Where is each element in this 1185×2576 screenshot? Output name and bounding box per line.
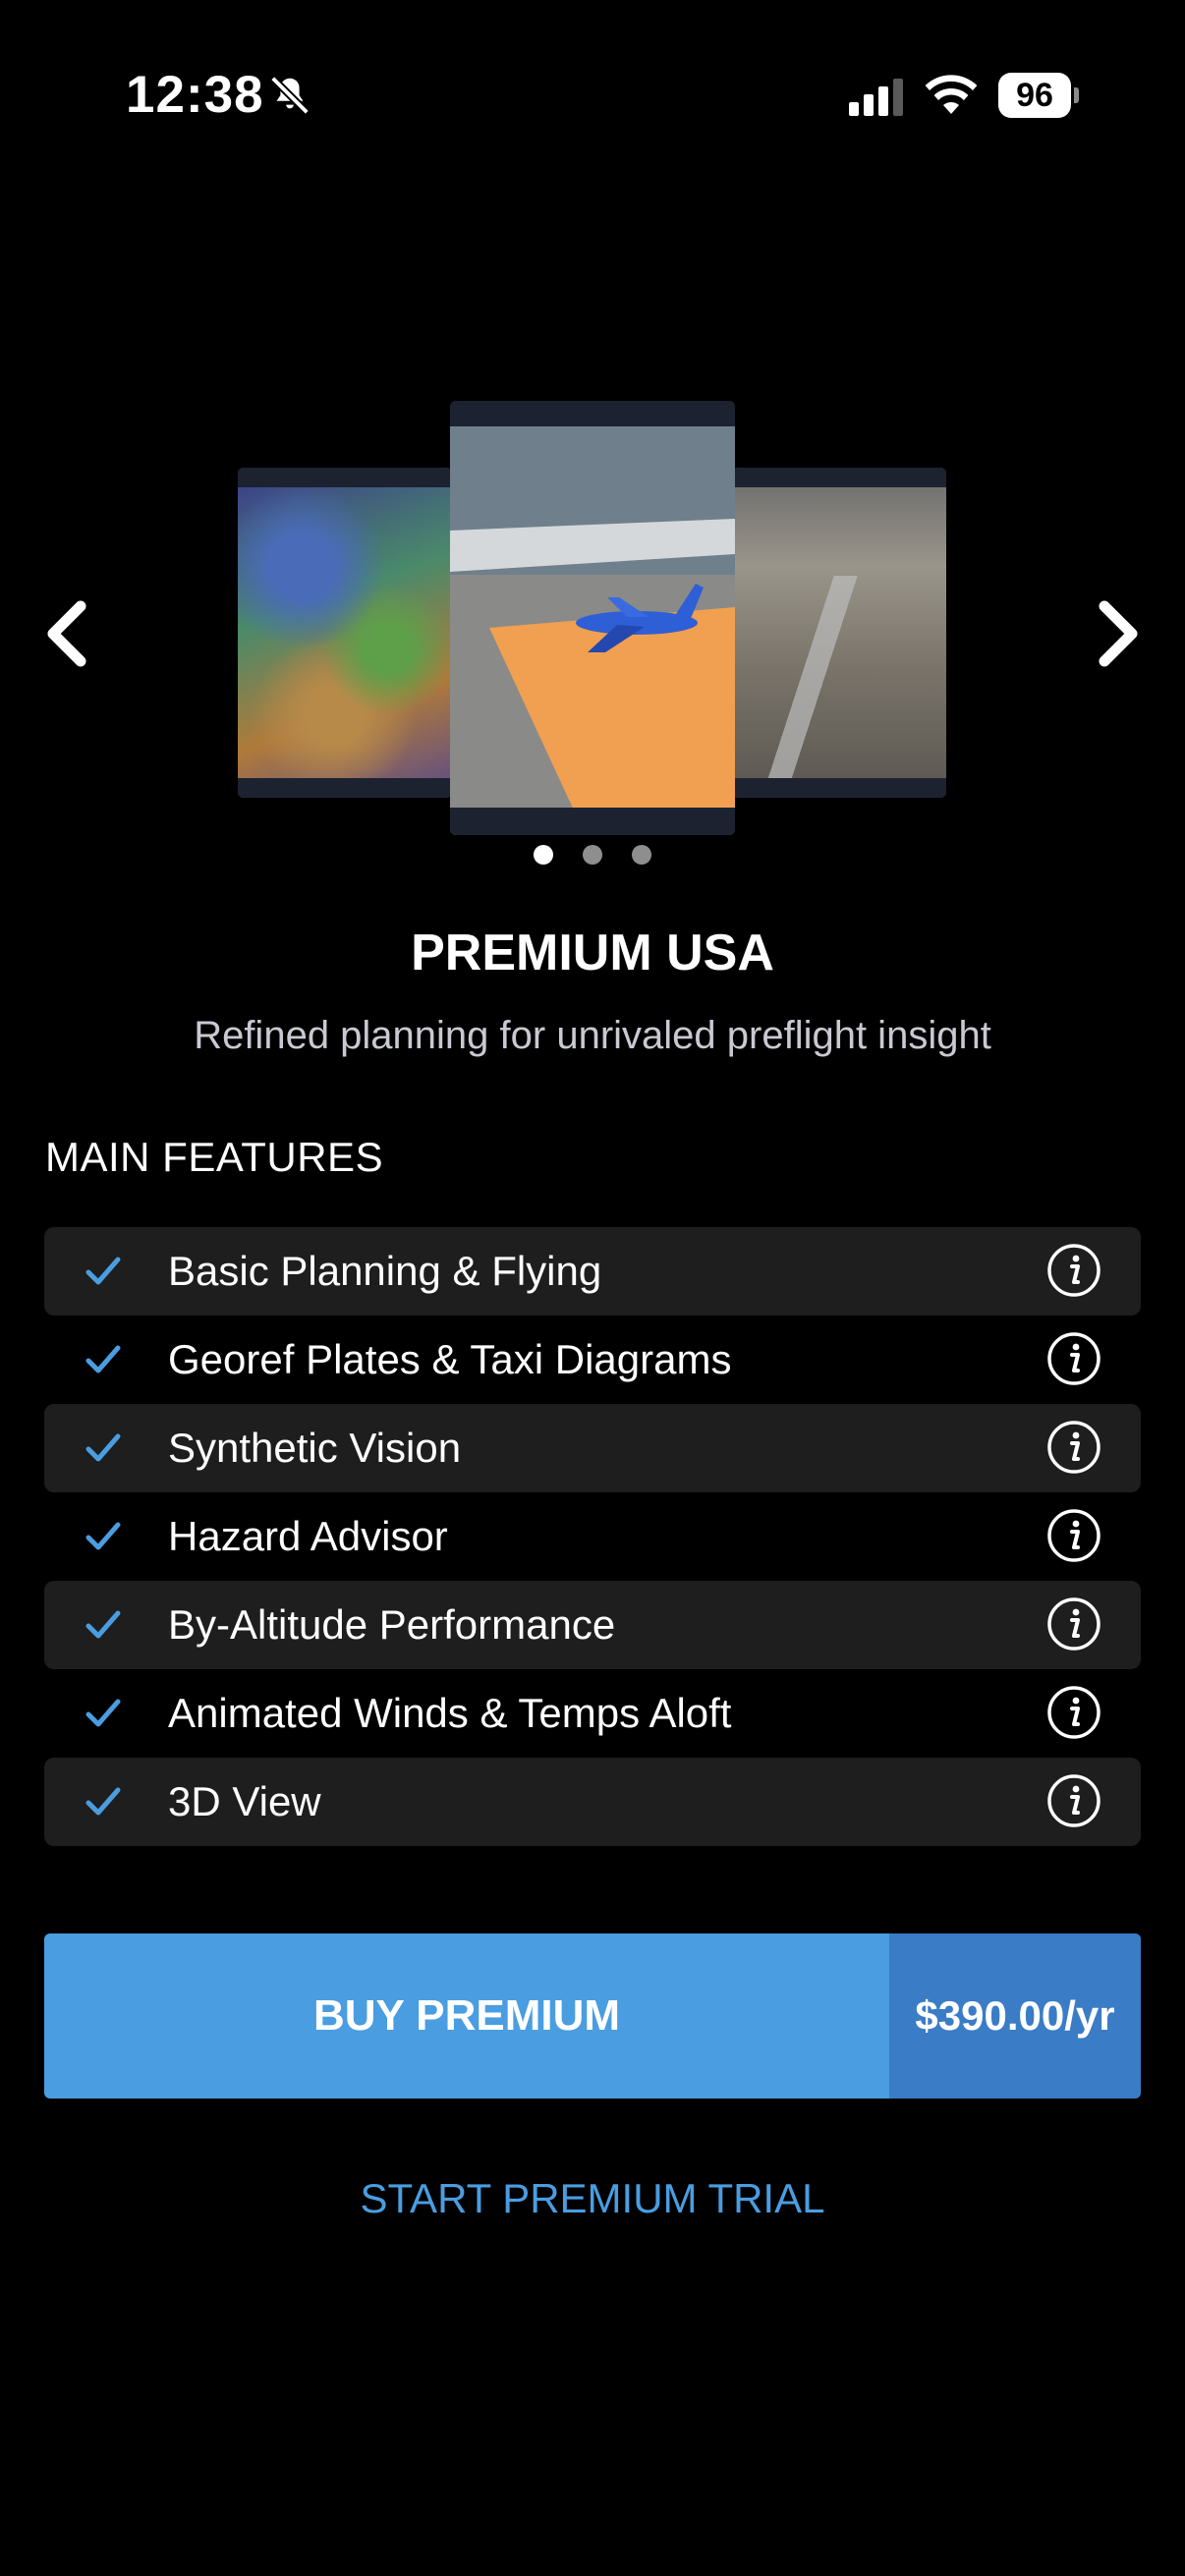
price-label: $390.00/yr xyxy=(889,1933,1141,2099)
checkmark-icon xyxy=(85,1787,121,1816)
screenshot-winds-aloft xyxy=(238,468,452,798)
feature-label: 3D View xyxy=(168,1778,321,1824)
info-icon[interactable] xyxy=(1046,1243,1101,1298)
checkmark-icon xyxy=(85,1699,121,1727)
checkmark-icon xyxy=(85,1433,121,1462)
checkmark-icon xyxy=(85,1257,121,1285)
feature-row: Animated Winds & Temps Aloft xyxy=(44,1669,1141,1758)
chevron-right-icon[interactable] xyxy=(1091,594,1150,673)
feature-label: Georef Plates & Taxi Diagrams xyxy=(168,1336,732,1382)
cellular-signal-icon xyxy=(849,79,903,116)
info-icon[interactable] xyxy=(1046,1331,1101,1386)
airplane-icon xyxy=(576,584,704,652)
checkmark-icon xyxy=(85,1522,121,1550)
feature-carousel[interactable] xyxy=(0,383,1185,855)
feature-label: Synthetic Vision xyxy=(168,1425,462,1471)
battery-icon: 96 xyxy=(998,73,1079,118)
status-bar: 12:38 96 xyxy=(0,0,1185,187)
info-icon[interactable] xyxy=(1046,1773,1101,1828)
info-icon[interactable] xyxy=(1046,1420,1101,1475)
feature-row: Synthetic Vision xyxy=(44,1404,1141,1492)
checkmark-icon xyxy=(85,1345,121,1373)
feature-row: By-Altitude Performance xyxy=(44,1581,1141,1669)
feature-label: By-Altitude Performance xyxy=(168,1601,616,1648)
status-time: 12:38 xyxy=(126,66,264,124)
page-dot-2[interactable] xyxy=(583,845,602,865)
buy-premium-button[interactable]: BUY PREMIUM $390.00/yr xyxy=(44,1933,1141,2099)
plan-title: PREMIUM USA xyxy=(411,924,774,981)
wifi-icon xyxy=(925,75,978,114)
page-dot-3[interactable] xyxy=(632,845,651,865)
bell-slash-icon xyxy=(270,76,310,115)
screenshot-runway xyxy=(732,468,946,798)
screenshot-3d-view xyxy=(450,401,735,835)
feature-label: Hazard Advisor xyxy=(168,1513,448,1559)
features-heading: MAIN FEATURES xyxy=(45,1134,384,1180)
feature-list: Basic Planning & Flying Georef Plates & … xyxy=(44,1227,1141,1846)
feature-row: Hazard Advisor xyxy=(44,1492,1141,1581)
plan-subtitle: Refined planning for unrivaled preflight… xyxy=(194,1014,991,1057)
feature-label: Basic Planning & Flying xyxy=(168,1248,602,1294)
battery-level: 96 xyxy=(998,73,1071,118)
feature-label: Animated Winds & Temps Aloft xyxy=(168,1690,732,1736)
checkmark-icon xyxy=(85,1610,121,1639)
info-icon[interactable] xyxy=(1046,1596,1101,1652)
page-dot-1[interactable] xyxy=(534,845,553,865)
buy-premium-label: BUY PREMIUM xyxy=(312,1991,621,2040)
chevron-left-icon[interactable] xyxy=(35,594,94,673)
info-icon[interactable] xyxy=(1046,1508,1101,1563)
start-trial-link[interactable]: START PREMIUM TRIAL xyxy=(0,2175,1185,2222)
info-icon[interactable] xyxy=(1046,1685,1101,1740)
feature-row: Georef Plates & Taxi Diagrams xyxy=(44,1316,1141,1404)
carousel-page-indicator[interactable] xyxy=(0,845,1185,874)
feature-row: 3D View xyxy=(44,1758,1141,1846)
feature-row: Basic Planning & Flying xyxy=(44,1227,1141,1316)
